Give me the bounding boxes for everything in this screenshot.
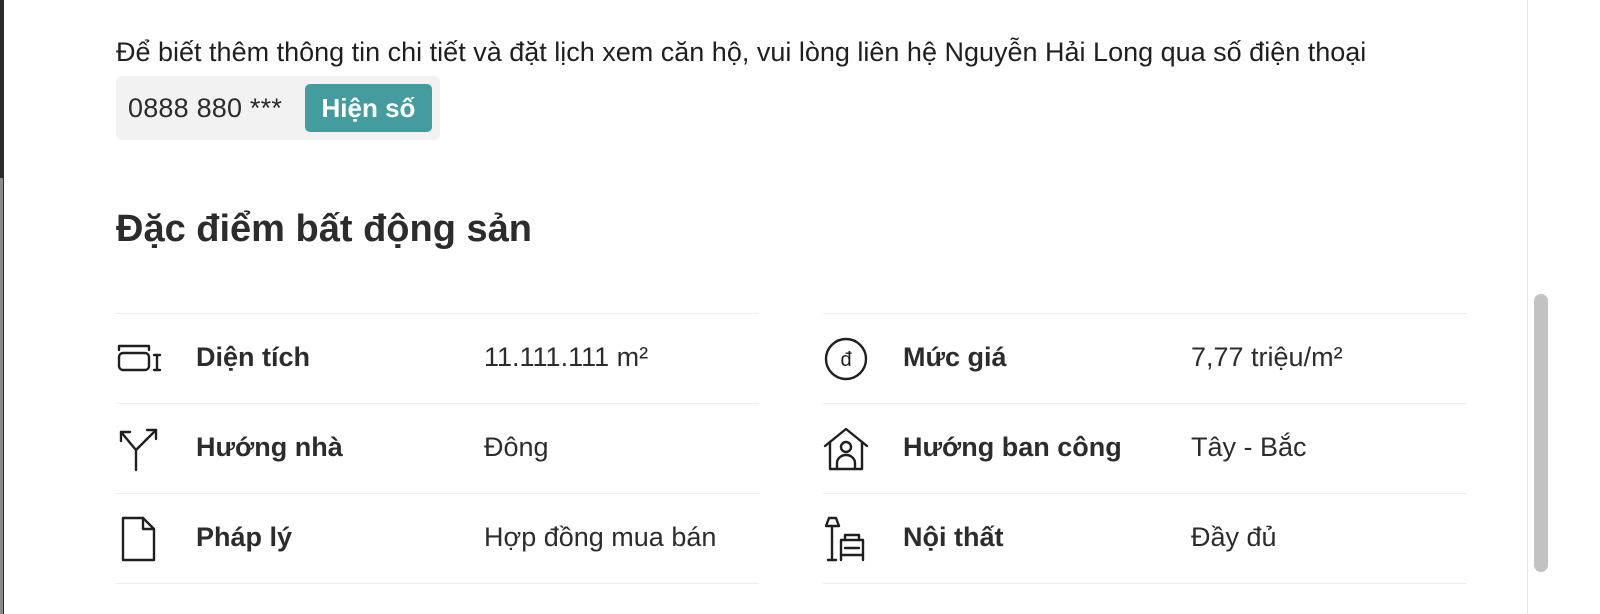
feature-label: Nội thất [903, 522, 1004, 552]
feature-row-balcony: Hướng ban công Tây - Bắc [823, 403, 1466, 493]
document-icon [116, 516, 162, 562]
window-left-edge-lower [0, 178, 3, 614]
area-icon [116, 336, 162, 382]
feature-row-area: Diện tích 11.111.111 m² [116, 313, 759, 403]
feature-row-legal: Pháp lý Hợp đồng mua bán [116, 493, 759, 584]
feature-value: 7,77 triệu/m² [1191, 342, 1343, 372]
window-left-edge [0, 0, 4, 614]
feature-value: 11.111.111 m² [484, 342, 649, 372]
listing-content: Để biết thêm thông tin chi tiết và đặt l… [116, 0, 1476, 614]
feature-row-furniture: Nội thất Đầy đủ [823, 493, 1466, 584]
feature-row-direction: Hướng nhà Đông [116, 403, 759, 493]
phone-number-masked: 0888 880 *** [128, 92, 283, 123]
show-phone-button[interactable]: Hiện số [305, 84, 432, 132]
feature-value: Đầy đủ [1191, 522, 1277, 552]
section-title: Đặc điểm bất động sản [116, 208, 532, 250]
direction-icon [116, 426, 162, 472]
feature-label: Pháp lý [196, 522, 293, 552]
feature-value: Tây - Bắc [1191, 432, 1307, 462]
feature-label: Mức giá [903, 342, 1007, 372]
phone-box: 0888 880 *** Hiện số [116, 76, 440, 140]
balcony-icon [823, 426, 869, 472]
contact-text: Để biết thêm thông tin chi tiết và đặt l… [116, 37, 1367, 67]
furniture-icon [823, 516, 869, 562]
features-column-right: đ Mức giá 7,77 triệu/m² Hướng ban công T… [823, 313, 1466, 584]
scrollbar-thumb[interactable] [1534, 294, 1548, 572]
feature-label: Diện tích [196, 342, 311, 372]
feature-value: Hợp đồng mua bán [484, 522, 717, 552]
feature-value: Đông [484, 432, 549, 462]
features-column-left: Diện tích 11.111.111 m² Hướng nhà Đông P… [116, 313, 759, 584]
svg-text:đ: đ [840, 349, 852, 371]
feature-row-price: đ Mức giá 7,77 triệu/m² [823, 313, 1466, 403]
feature-label: Hướng ban công [903, 432, 1122, 462]
feature-label: Hướng nhà [196, 432, 343, 462]
price-icon: đ [823, 336, 869, 382]
